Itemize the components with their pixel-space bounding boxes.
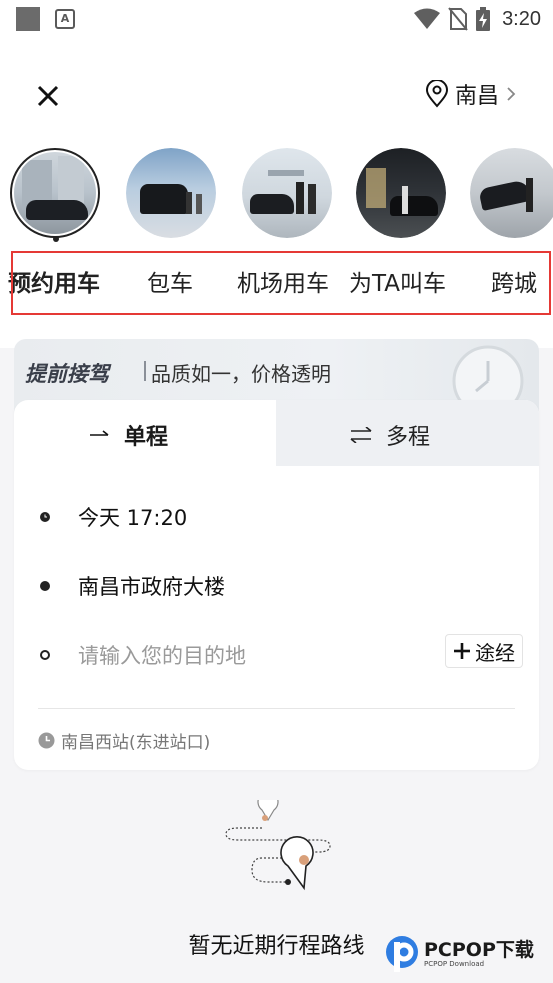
add-stop-label: 途经 <box>475 640 515 665</box>
arrow-right-icon <box>90 430 109 436</box>
promo-title: 提前接驾 <box>25 362 109 386</box>
watermark: PCPOP下载 PCPOP Download <box>384 932 534 976</box>
a-app-icon: A <box>55 9 75 29</box>
recent-place[interactable]: 南昌西站(东进站口) <box>38 728 210 753</box>
recent-place-text: 南昌西站(东进站口) <box>61 733 211 753</box>
watermark-sub: PCPOP Download <box>424 960 485 968</box>
trip-type-tabs: 单程 多程 <box>14 400 539 468</box>
trip-card: 单程 多程 今天 17:20 南昌市政府大楼 请输入您的目的地 途经 南昌西站(… <box>14 400 539 770</box>
service-image-intercity[interactable] <box>470 148 553 238</box>
pcpop-logo-icon <box>386 936 418 972</box>
city-name: 南昌 <box>454 84 499 109</box>
status-icons: 3:20 <box>414 6 541 32</box>
watermark-brand: PCPOP下载 <box>424 939 534 961</box>
destination-input[interactable]: 请输入您的目的地 <box>78 640 246 670</box>
no-sim-icon <box>448 7 468 31</box>
plus-icon <box>454 643 470 659</box>
tab-one-way-label: 单程 <box>124 425 169 450</box>
tab-multi-trip-label: 多程 <box>386 425 431 450</box>
destination-row[interactable]: 请输入您的目的地 <box>40 640 246 670</box>
clock: 3:20 <box>502 7 541 30</box>
tab-one-way[interactable]: 单程 <box>90 420 168 450</box>
promo-subtitle: 品质如一，价格透明 <box>151 362 331 386</box>
pickup-location: 南昌市政府大楼 <box>78 575 225 599</box>
time-row[interactable]: 今天 17:20 <box>40 502 187 532</box>
service-image-for-others[interactable] <box>356 148 446 238</box>
close-button[interactable] <box>30 78 66 114</box>
location-pin-icon <box>425 80 448 108</box>
tab-multi-trip[interactable]: 多程 <box>350 420 430 450</box>
battery-charging-icon <box>476 7 491 31</box>
notification-square-icon <box>16 7 40 31</box>
pickup-dot-icon <box>40 581 50 591</box>
empty-route-illustration-icon <box>225 800 331 891</box>
service-image-airport[interactable] <box>242 148 332 238</box>
divider <box>38 708 515 709</box>
history-clock-icon <box>38 732 55 749</box>
active-indicator-dot <box>53 236 59 242</box>
promo-separator <box>144 361 146 381</box>
service-image-reserve[interactable] <box>10 148 100 238</box>
watermark-text: PCPOP下载 PCPOP Download <box>424 940 534 968</box>
service-image-charter[interactable] <box>126 148 216 238</box>
wifi-icon <box>414 8 441 29</box>
close-icon <box>37 85 59 107</box>
destination-dot-icon <box>40 650 50 660</box>
swap-arrows-icon <box>350 427 372 443</box>
chevron-right-icon <box>507 87 516 101</box>
status-bar: A 3:20 <box>0 0 553 38</box>
clock-small-icon <box>40 512 50 522</box>
city-selector[interactable]: 南昌 <box>425 78 517 110</box>
pickup-row[interactable]: 南昌市政府大楼 <box>40 571 225 601</box>
departure-time: 今天 17:20 <box>78 506 188 530</box>
highlight-box <box>11 251 551 315</box>
add-stop-button[interactable]: 途经 <box>445 634 523 668</box>
